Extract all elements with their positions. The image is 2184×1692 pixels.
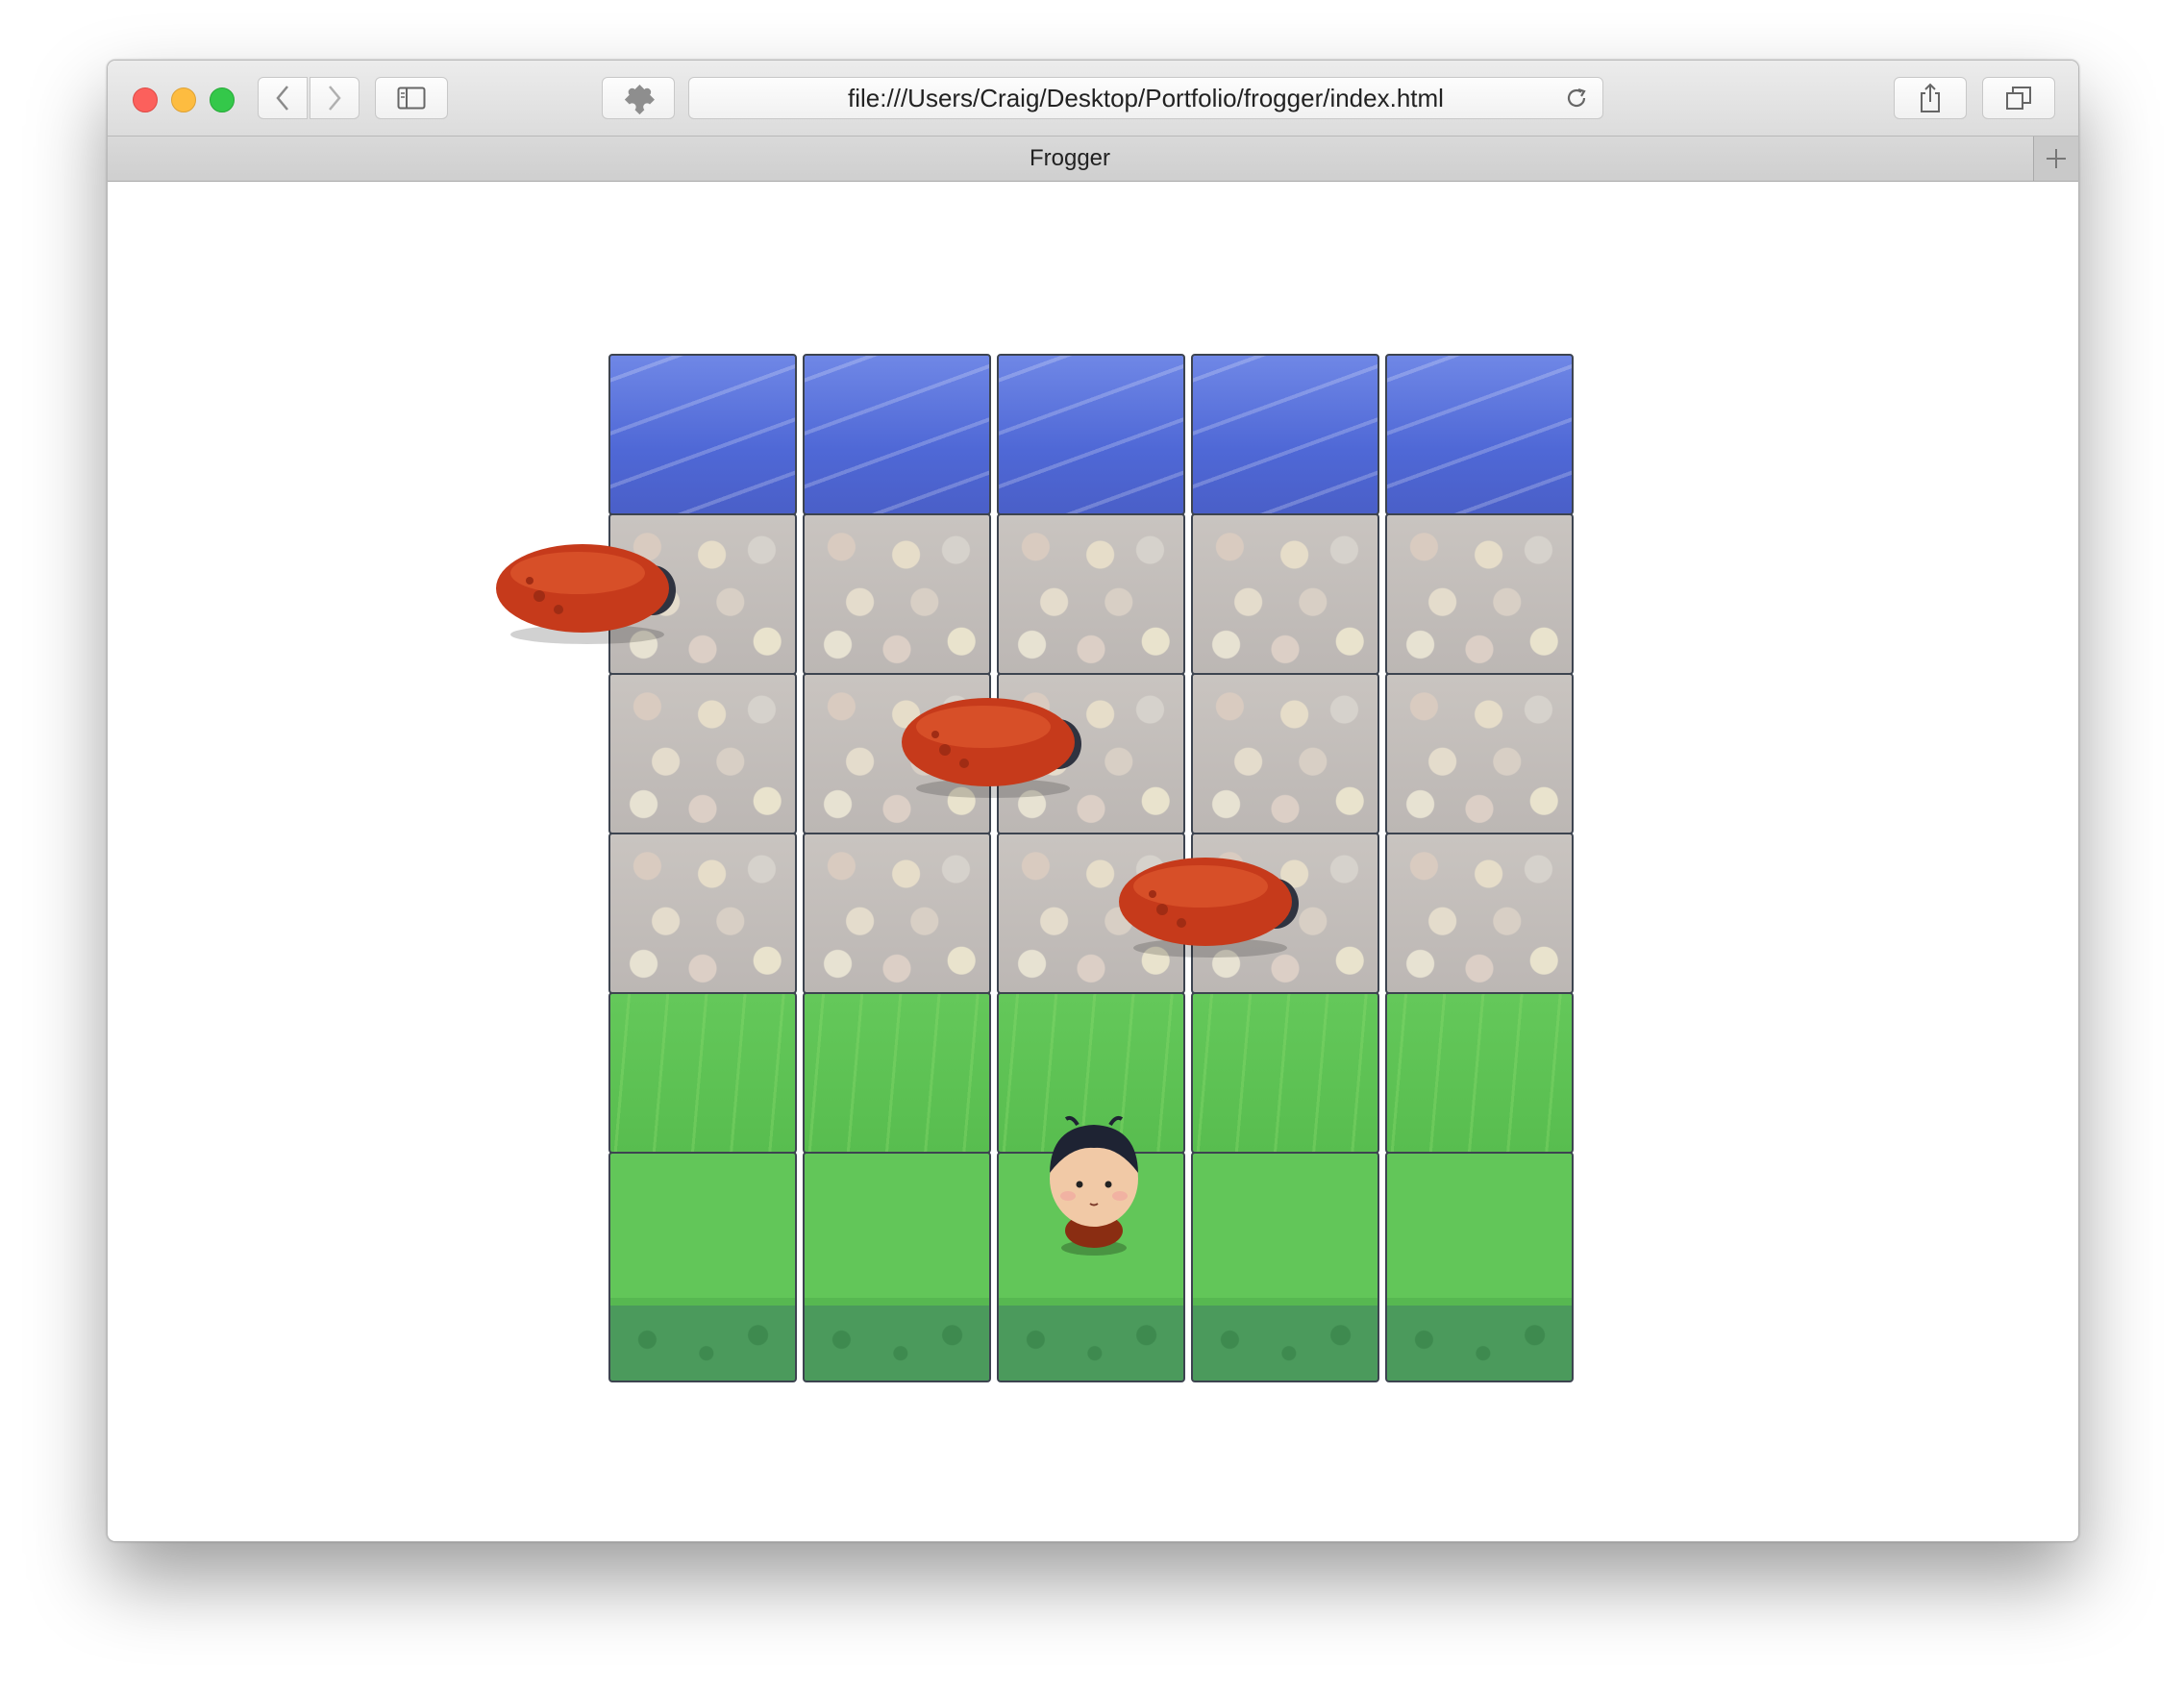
chevron-left-icon [276,86,288,111]
tab-frogger[interactable]: Frogger [108,137,2032,181]
grass-tile [1385,1152,1574,1382]
grass-tile [1385,992,1574,1154]
chevron-right-icon [329,86,341,111]
water-tile [997,354,1185,515]
sidebar-button[interactable] [375,77,448,119]
page-content [108,182,2078,1541]
water-tile [1191,354,1379,515]
stone-tile [1385,513,1574,675]
grass-tile [803,1152,991,1382]
water-tile [608,354,797,515]
grass-tile [803,992,991,1154]
stone-tile [1385,833,1574,994]
reload-icon [1567,87,1586,108]
address-bar[interactable]: file:///Users/Craig/Desktop/Portfolio/fr… [688,77,1603,119]
plus-icon [2047,149,2066,168]
forward-button[interactable] [310,77,360,119]
stone-tile [608,833,797,994]
tab-overview-button[interactable] [1982,77,2055,119]
maximize-window-button[interactable] [210,87,235,112]
game-board[interactable] [496,354,1579,1388]
tab-bar: Frogger [108,137,2078,182]
tabs-overview-icon [2006,87,2031,110]
new-tab-button[interactable] [2033,137,2078,181]
stone-tile [608,673,797,834]
puzzle-icon [624,85,655,115]
stone-tile [803,513,991,675]
grass-tile [1191,992,1379,1154]
enemy-bug [1119,858,1299,958]
sidebar-icon [397,87,426,110]
stone-tile [1385,673,1574,834]
stone-tile [997,513,1185,675]
player-character [1050,1115,1138,1256]
water-tile [1385,354,1574,515]
share-icon [1921,83,1940,112]
stone-tile [1191,673,1379,834]
water-tile [803,354,991,515]
grass-tile [608,992,797,1154]
address-text: file:///Users/Craig/Desktop/Portfolio/fr… [848,83,1444,112]
back-button[interactable] [258,77,308,119]
close-window-button[interactable] [133,87,158,112]
grass-tile [608,1152,797,1382]
browser-window: file:///Users/Craig/Desktop/Portfolio/fr… [107,60,2079,1542]
browser-toolbar: file:///Users/Craig/Desktop/Portfolio/fr… [108,61,2078,137]
minimize-window-button[interactable] [171,87,196,112]
grass-tile [1191,1152,1379,1382]
reload-button[interactable] [1564,86,1589,117]
stone-tile [1191,513,1379,675]
share-button[interactable] [1894,77,1967,119]
enemy-bug [902,698,1081,798]
extensions-button[interactable] [602,77,675,119]
stone-tile [803,833,991,994]
enemy-bug [496,544,676,644]
